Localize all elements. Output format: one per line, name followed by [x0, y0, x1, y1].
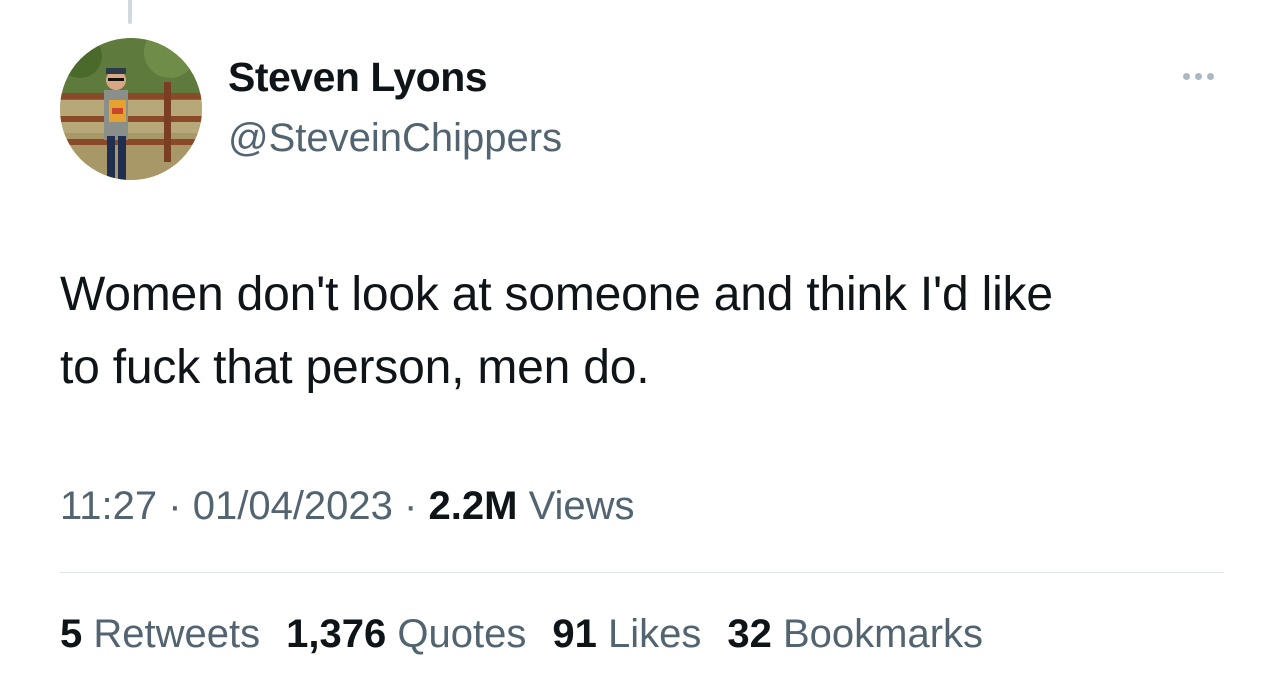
author-name[interactable]: Steven Lyons [228, 54, 488, 101]
more-horizontal-icon [1206, 72, 1214, 80]
thread-connector-line [128, 0, 132, 24]
tweet-time[interactable]: 11:27 [60, 484, 157, 528]
tweet-text: Women don't look at someone and think I'… [60, 268, 1053, 394]
bookmarks-count: 32 [727, 612, 772, 656]
bookmarks-label: Bookmarks [782, 612, 984, 656]
views-label: Views [528, 484, 635, 528]
retweets-label: Retweets [93, 612, 261, 656]
likes-stat[interactable]: 91 Likes [552, 612, 701, 657]
quotes-label: Quotes [397, 612, 527, 656]
likes-count: 91 [552, 612, 597, 656]
profile-photo-icon [60, 38, 202, 180]
likes-label: Likes [607, 612, 702, 656]
views-count: 2.2M [428, 484, 518, 528]
tweet-metadata: 11:27 · 01/04/2023 · 2.2M Views [60, 484, 635, 529]
retweets-stat[interactable]: 5 Retweets [60, 612, 260, 657]
author-handle[interactable]: @SteveinChippers [228, 116, 562, 161]
tweet-date[interactable]: 01/04/2023 [193, 484, 393, 528]
avatar[interactable] [60, 38, 202, 180]
quotes-count: 1,376 [286, 612, 387, 656]
meta-separator: · [404, 484, 418, 528]
divider [60, 572, 1224, 573]
more-options-button[interactable] [1170, 62, 1226, 90]
more-horizontal-icon [1194, 72, 1202, 80]
bookmarks-stat[interactable]: 32 Bookmarks [727, 612, 983, 657]
retweets-count: 5 [60, 612, 83, 656]
engagement-stats: 5 Retweets 1,376 Quotes 91 Likes 32 Book… [60, 612, 983, 657]
more-horizontal-icon [1182, 72, 1190, 80]
meta-separator: · [168, 484, 182, 528]
quotes-stat[interactable]: 1,376 Quotes [286, 612, 526, 657]
